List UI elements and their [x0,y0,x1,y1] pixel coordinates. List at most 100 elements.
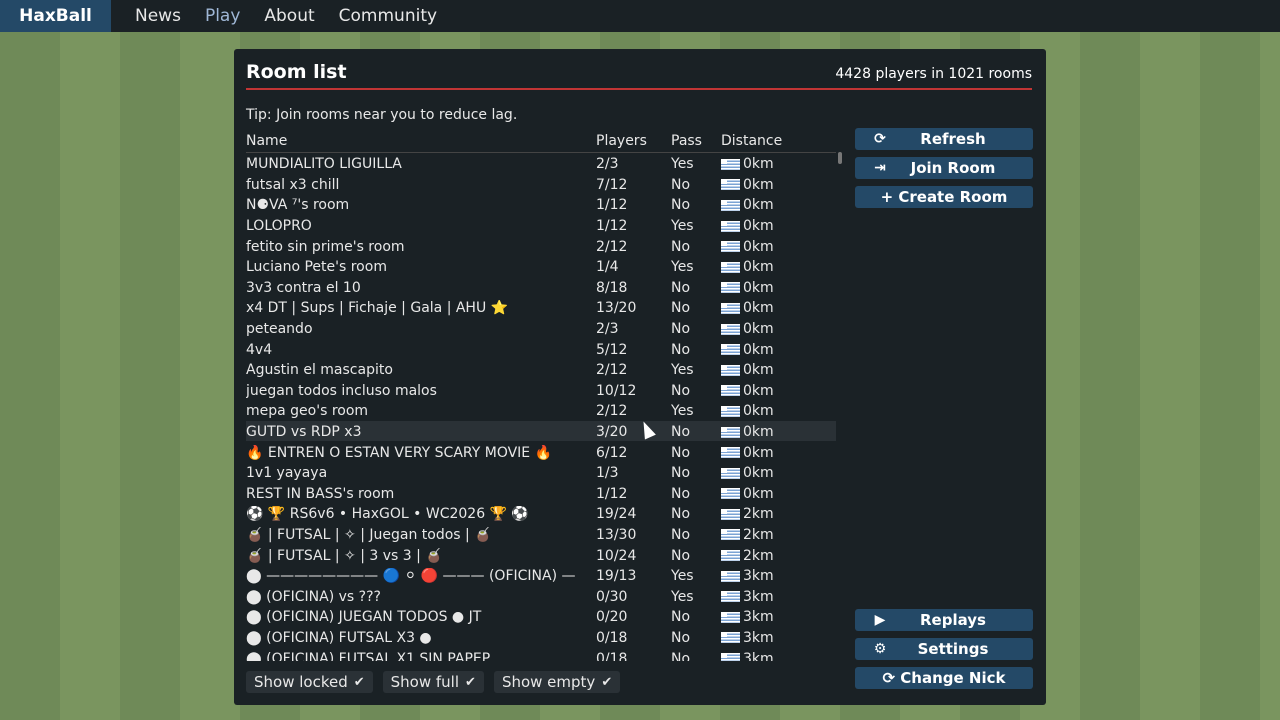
create-room-label: + Create Room [855,188,1033,206]
room-distance-value: 2km [743,506,774,523]
nav-news[interactable]: News [135,6,181,26]
table-row[interactable]: N⚈VA ⁷'s room 1/12 No 0km [246,194,836,215]
show-full-toggle[interactable]: Show full ✔ [382,671,484,693]
scrollbar-thumb[interactable] [838,152,842,164]
room-distance: 0km [721,445,831,461]
room-pass: No [671,609,691,626]
table-row[interactable]: ⬤ (OFICINA) vs ??? 0/30 Yes 3km [246,585,836,606]
room-distance-value: 3km [743,588,774,605]
room-pass: No [671,341,691,358]
table-row[interactable]: ⚽ 🏆 RS6v6 • HaxGOL • WC2026 🏆 ⚽ 19/24 No 2k… [246,503,836,524]
room-rows[interactable]: MUNDIALITO LIGUILLA 2/3 Yes 0km futsal x3 ch… [246,153,836,661]
flag-icon [721,158,740,170]
table-row[interactable]: ⬤ (OFICINA) FUTSAL X3 ● 0/18 No 3km [246,627,836,648]
room-pass: No [671,485,691,502]
room-pass: No [671,650,691,661]
table-row[interactable]: x4 DT | Sups | Fichaje | Gala | AHU ⭐ 13/… [246,297,836,318]
column-distance[interactable]: Distance [721,133,831,149]
room-pass: Yes [671,568,694,585]
replays-button[interactable]: ▶ Replays [855,609,1033,631]
table-row[interactable]: ⬤ (OFICINA) FUTSAL X1 SIN PAPEP 0/18 No 3km [246,647,836,661]
room-name: ⬤ (OFICINA) FUTSAL X3 ● [246,629,432,646]
room-name: REST IN BASS's room [246,485,395,502]
show-full-label: Show full [390,673,460,691]
room-players: 10/12 [596,382,637,399]
table-row[interactable]: futsal x3 chill 7/12 No 0km [246,174,836,195]
room-name: LOLOPRO [246,218,312,235]
table-row[interactable]: Agustin el mascapito 2/12 Yes 0km [246,359,836,380]
table-row[interactable]: GUTD vs RDP x3 3/20 No 0km [246,420,836,442]
room-pass: No [671,424,691,441]
room-distance: 0km [721,424,831,440]
flag-icon [721,282,740,294]
create-room-button[interactable]: + Create Room [855,186,1033,208]
room-players: 1/3 [596,465,619,482]
table-row[interactable]: mepa geo's room 2/12 Yes 0km [246,400,836,421]
nav-about[interactable]: About [264,6,314,26]
table-row[interactable]: 🧉 | FUTSAL | ✧ | Juegan todos | 🧉 13/30 No… [246,524,836,545]
table-row[interactable]: 🔥 ENTREN O ESTAN VERY SCARY MOVIE 🔥 6/12 N… [246,441,836,462]
column-name[interactable]: Name [246,133,596,149]
change-nick-button[interactable]: ⟳ Change Nick [855,667,1033,689]
join-room-button[interactable]: ⇥ Join Room [855,157,1033,179]
room-distance: 0km [721,197,831,213]
change-nick-label: ⟳ Change Nick [855,669,1033,687]
bottom-actions: ▶ Replays ⚙ Settings ⟳ Change Nick [855,609,1033,696]
room-pass: No [671,176,691,193]
flag-icon [721,220,740,232]
table-row[interactable]: Luciano Pete's room 1/4 Yes 0km [246,256,836,277]
room-distance: 0km [721,177,831,193]
filter-toggles: Show locked ✔ Show full ✔ Show empty ✔ [246,671,621,693]
table-row[interactable]: ⬤ ———————— 🔵 ⚪ 🔴 ——— (OFICINA) — 19/13 Yes… [246,565,836,586]
flag-icon [721,529,740,541]
login-icon: ⇥ [874,160,886,176]
room-distance: 3km [721,609,831,625]
show-locked-toggle[interactable]: Show locked ✔ [246,671,373,693]
room-distance: 0km [721,156,831,172]
table-row[interactable]: ⬤ (OFICINA) JUEGAN TODOS ● JT 0/20 No 3km [246,606,836,627]
table-row[interactable]: fetito sin prime's room 2/12 No 0km [246,235,836,256]
room-distance: 2km [721,548,831,564]
show-empty-toggle[interactable]: Show empty ✔ [493,671,621,693]
room-name: ⬤ ———————— 🔵 ⚪ 🔴 ——— (OFICINA) — [246,568,576,585]
room-distance: 0km [721,218,831,234]
room-pass: Yes [671,403,694,420]
room-players: 2/3 [596,156,619,173]
room-list: Name Players Pass Distance MUNDIALITO LI… [246,129,836,663]
room-pass: No [671,279,691,296]
room-players: 2/12 [596,238,628,255]
refresh-button[interactable]: ⟳ Refresh [855,128,1033,150]
tip-text: Tip: Join rooms near you to reduce lag. [246,107,518,123]
table-row[interactable]: REST IN BASS's room 1/12 No 0km [246,483,836,504]
table-row[interactable]: 3v3 contra el 10 8/18 No 0km [246,277,836,298]
room-players: 0/18 [596,650,628,661]
room-distance-value: 0km [743,465,774,482]
nav-play[interactable]: Play [205,6,240,26]
room-players: 13/30 [596,526,637,543]
player-room-summary: 4428 players in 1021 rooms [835,66,1032,82]
column-players[interactable]: Players [596,133,671,149]
room-players: 7/12 [596,176,628,193]
table-row[interactable]: 4v4 5/12 No 0km [246,338,836,359]
table-row[interactable]: juegan todos incluso malos 10/12 No 0km [246,380,836,401]
table-row[interactable]: 🧉 | FUTSAL | ✧ | 3 vs 3 | 🧉 10/24 No 2km [246,544,836,565]
check-icon: ✔ [353,674,365,690]
room-list-header: Name Players Pass Distance [246,129,836,153]
table-row[interactable]: 1v1 yayaya 1/3 No 0km [246,462,836,483]
room-pass: No [671,526,691,543]
table-row[interactable]: LOLOPRO 1/12 Yes 0km [246,215,836,236]
room-distance: 0km [721,280,831,296]
room-pass: No [671,465,691,482]
room-name: GUTD vs RDP x3 [246,424,362,441]
nav-community[interactable]: Community [339,6,437,26]
column-pass[interactable]: Pass [671,133,721,149]
room-players: 5/12 [596,341,628,358]
table-row[interactable]: peteando 2/3 No 0km [246,318,836,339]
settings-button[interactable]: ⚙ Settings [855,638,1033,660]
room-name: peteando [246,321,313,338]
room-distance-value: 0km [743,300,774,317]
table-row[interactable]: MUNDIALITO LIGUILLA 2/3 Yes 0km [246,153,836,174]
brand-logo[interactable]: HaxBall [0,0,111,32]
flag-icon [721,447,740,459]
room-pass: No [671,197,691,214]
